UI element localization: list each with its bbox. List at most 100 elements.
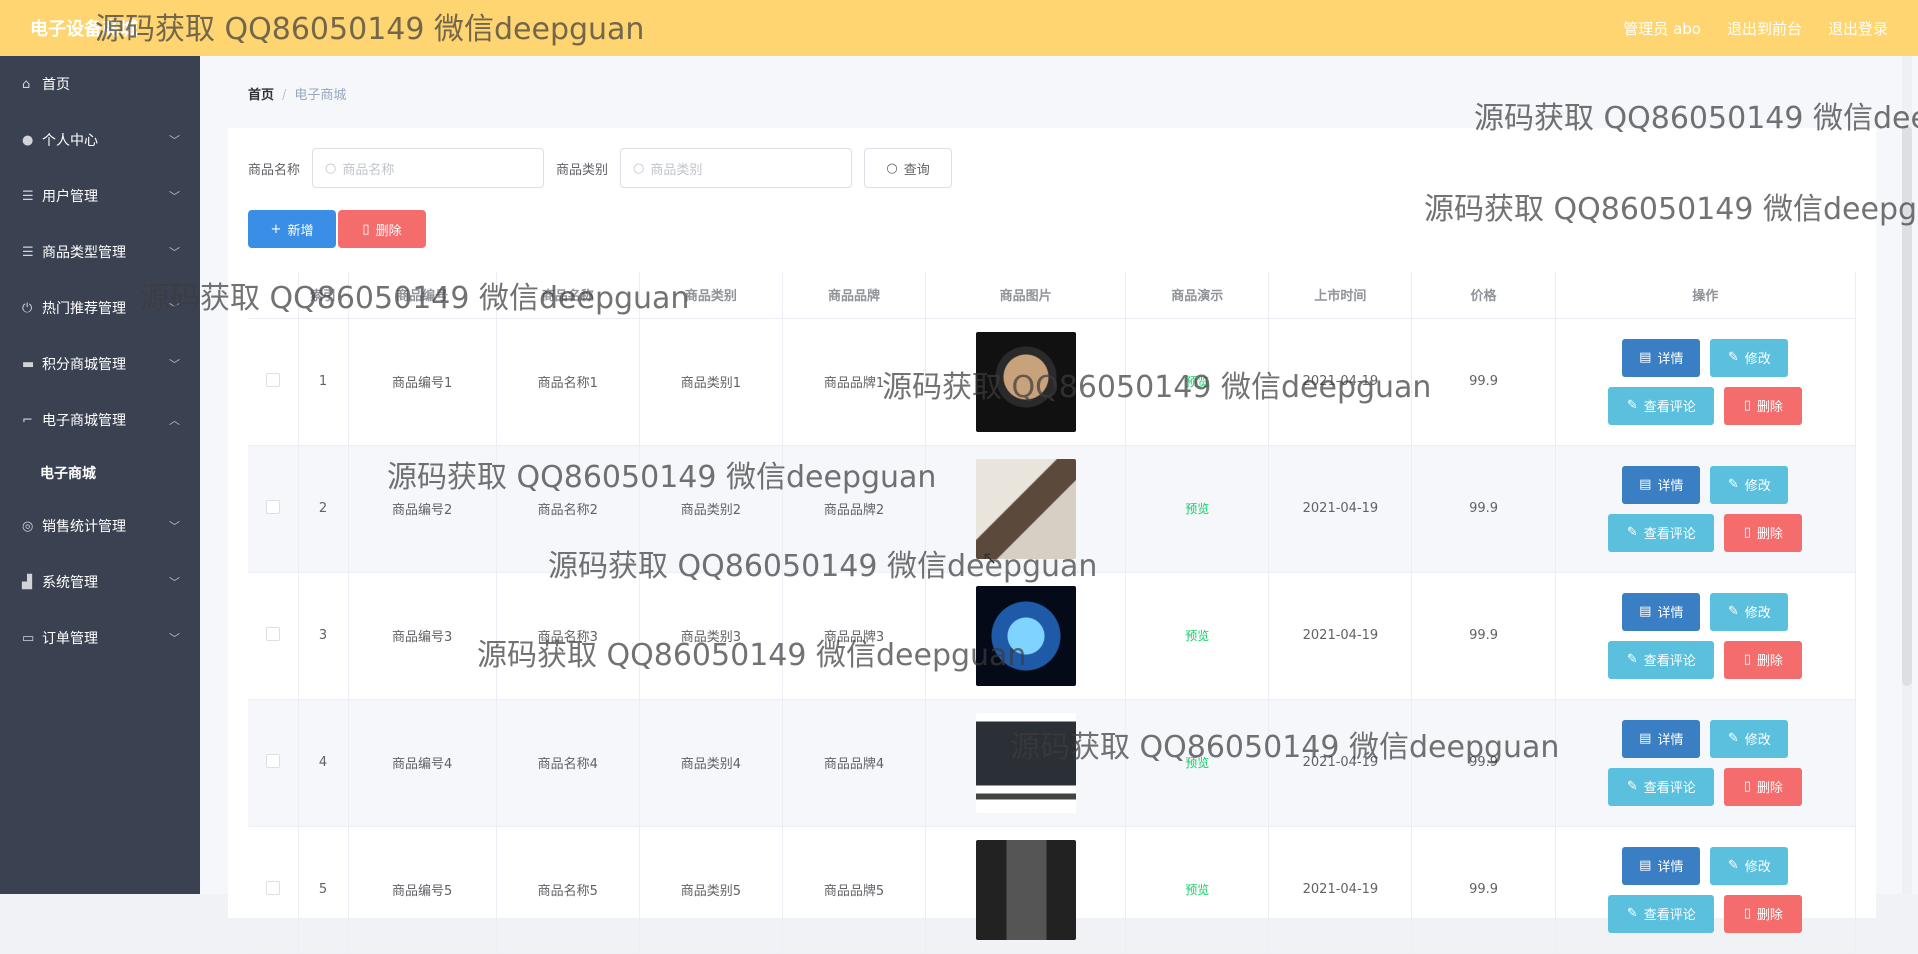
sidebar-item-label: 电子商城管理 (42, 413, 126, 429)
doc-icon: ▤ (1639, 477, 1652, 492)
product-type-input[interactable]: ○ 商品类别 (620, 148, 853, 188)
row-checkbox-cell (248, 572, 299, 700)
view-reviews-button[interactable]: ✎ 查看评论 (1608, 767, 1715, 806)
delete-row-button[interactable]: ▯ 删除 (1724, 894, 1803, 933)
product-thumbnail[interactable] (975, 331, 1076, 432)
sidebar-item-points-mall[interactable]: ▬ 积分商城管理 ﹀ (0, 336, 200, 392)
detail-button[interactable]: ▤ 详情 (1622, 719, 1701, 758)
edit-button[interactable]: ✎ 修改 (1710, 719, 1789, 758)
code-cell: 商品编号4 (348, 699, 497, 827)
image-cell (925, 826, 1127, 954)
preview-link[interactable]: 预览 (1185, 629, 1209, 643)
edit-label: 修改 (1744, 733, 1771, 748)
sidebar-item-label: 订单管理 (42, 631, 98, 647)
doc-icon: ▤ (1639, 604, 1652, 619)
row-checkbox[interactable] (265, 499, 280, 514)
scrollbar-thumb[interactable] (1902, 126, 1912, 686)
table-row: 4 商品编号4 商品名称4 商品类别4 商品品牌4 预览 2021-04-19 … (248, 699, 1857, 827)
table-header-row: 索引 商品编号 商品名称 商品类别 商品品牌 商品图片 商品演示 上市时间 价格… (248, 272, 1857, 319)
delete-row-button[interactable]: ▯ 删除 (1724, 513, 1803, 552)
edit-button[interactable]: ✎ 修改 (1710, 338, 1789, 377)
code-cell: 商品编号1 (348, 318, 497, 446)
sidebar-item-users[interactable]: ☰ 用户管理 ﹀ (0, 168, 200, 224)
pencil-icon: ✎ (1727, 477, 1739, 492)
list-panel: 商品名称 ○ 商品名称 商品类别 ○ 商品类别 ○ 查询 + 新增 ▯ 删除 索… (228, 128, 1876, 954)
preview-link[interactable]: 预览 (1185, 502, 1209, 516)
product-type-label: 商品类别 (556, 162, 609, 178)
trash-icon: ▯ (1743, 779, 1751, 794)
ops-line: ▤ 详情 ✎ 修改 (1622, 465, 1789, 504)
sidebar-item-product-types[interactable]: ☰ 商品类型管理 ﹀ (0, 224, 200, 280)
image-cell (925, 445, 1127, 573)
product-thumbnail[interactable] (975, 839, 1076, 940)
operations-cell: ▤ 详情 ✎ 修改 ✎ 查看评论 ▯ 删除 (1555, 826, 1857, 954)
pencil-icon: ✎ (1626, 779, 1638, 794)
row-checkbox[interactable] (265, 372, 280, 387)
preview-link[interactable]: 预览 (1185, 883, 1209, 897)
delete-row-button[interactable]: ▯ 删除 (1724, 767, 1803, 806)
query-label: 查询 (903, 162, 930, 178)
operations-cell: ▤ 详情 ✎ 修改 ✎ 查看评论 ▯ 删除 (1555, 572, 1857, 700)
product-thumbnail[interactable] (975, 712, 1076, 813)
name-cell: 商品名称3 (496, 572, 640, 700)
preview-cell: 预览 (1125, 826, 1270, 954)
detail-button[interactable]: ▤ 详情 (1622, 846, 1701, 885)
mouse-cursor-icon: ↖ (982, 548, 998, 569)
header-checkbox[interactable] (248, 272, 299, 319)
sidebar-item-orders[interactable]: ▭ 订单管理 ﹀ (0, 610, 200, 666)
sidebar-item-sales-stats[interactable]: ◎ 销售统计管理 ﹀ (0, 498, 200, 554)
sidebar-subitem-mall[interactable]: 电子商城 (0, 448, 200, 498)
ops-line: ▤ 详情 ✎ 修改 (1622, 719, 1789, 758)
row-checkbox[interactable] (265, 880, 280, 895)
plus-icon: + (270, 221, 282, 237)
row-checkbox[interactable] (265, 626, 280, 641)
breadcrumb: 首页 / 电子商城 (248, 84, 346, 103)
preview-cell: 预览 (1125, 572, 1270, 700)
column-header: 索引 (298, 272, 349, 319)
page-scrollbar[interactable] (1902, 56, 1912, 894)
query-button[interactable]: ○ 查询 (864, 148, 953, 188)
column-header: 商品图片 (925, 272, 1127, 319)
detail-button[interactable]: ▤ 详情 (1622, 465, 1701, 504)
product-name-input[interactable]: ○ 商品名称 (312, 148, 545, 188)
trash-icon: ▯ (362, 221, 370, 237)
sidebar-item-mall-management[interactable]: ⌐ 电子商城管理 ︿ (0, 392, 200, 448)
delete-row-button[interactable]: ▯ 删除 (1724, 386, 1803, 425)
column-header: 商品演示 (1125, 272, 1270, 319)
row-checkbox-cell (248, 318, 299, 446)
breadcrumb-home[interactable]: 首页 (248, 88, 274, 103)
view-reviews-button[interactable]: ✎ 查看评论 (1608, 640, 1715, 679)
sidebar-item-personal[interactable]: ● 个人中心 ﹀ (0, 112, 200, 168)
delete-row-button[interactable]: ▯ 删除 (1724, 640, 1803, 679)
detail-button[interactable]: ▤ 详情 (1622, 592, 1701, 631)
view-reviews-button[interactable]: ✎ 查看评论 (1608, 513, 1715, 552)
logout-link[interactable]: 退出登录 (1828, 18, 1888, 39)
sidebar-item-hot-recommend[interactable]: ⏻ 热门推荐管理 ﹀ (0, 280, 200, 336)
preview-link[interactable]: 预览 (1185, 756, 1209, 770)
category-cell: 商品类别3 (639, 572, 783, 700)
sidebar-item-label: 用户管理 (42, 189, 98, 205)
edit-button[interactable]: ✎ 修改 (1710, 846, 1789, 885)
sidebar-item-home[interactable]: ⌂ 首页 (0, 56, 200, 112)
product-thumbnail[interactable] (975, 585, 1076, 686)
remove-label: 删除 (1756, 400, 1783, 415)
ops-line: ▤ 详情 ✎ 修改 (1622, 338, 1789, 377)
sidebar-item-system[interactable]: ▟ 系统管理 ﹀ (0, 554, 200, 610)
preview-link[interactable]: 预览 (1185, 375, 1209, 389)
detail-button[interactable]: ▤ 详情 (1622, 338, 1701, 377)
row-checkbox-cell (248, 445, 299, 573)
search-icon: ○ (633, 160, 645, 176)
index-cell: 2 (298, 445, 349, 573)
row-operations: ▤ 详情 ✎ 修改 ✎ 查看评论 ▯ 删除 (1556, 846, 1855, 933)
view-reviews-button[interactable]: ✎ 查看评论 (1608, 386, 1715, 425)
front-link[interactable]: 退出到前台 (1727, 18, 1802, 39)
row-checkbox[interactable] (265, 753, 280, 768)
batch-delete-button[interactable]: ▯ 删除 (338, 210, 426, 248)
view-reviews-button[interactable]: ✎ 查看评论 (1608, 894, 1715, 933)
add-button[interactable]: + 新增 (248, 210, 336, 248)
edit-button[interactable]: ✎ 修改 (1710, 592, 1789, 631)
product-thumbnail[interactable] (975, 458, 1076, 559)
sidebar-item-label: 商品类型管理 (42, 245, 126, 261)
detail-label: 详情 (1657, 733, 1684, 748)
edit-button[interactable]: ✎ 修改 (1710, 465, 1789, 504)
